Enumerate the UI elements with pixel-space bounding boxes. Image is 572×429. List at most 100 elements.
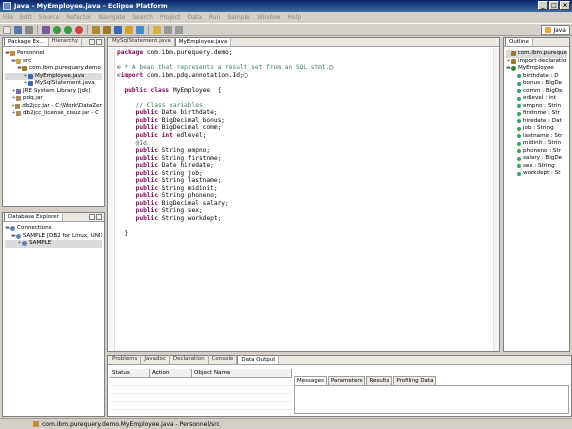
tree-item[interactable]: ▬ Personnel [5, 50, 102, 58]
minimize-button[interactable]: _ [538, 1, 548, 10]
menu-sample[interactable]: Sample [227, 14, 250, 21]
code-token: BigDecimal salary; [161, 199, 229, 207]
field-icon [517, 81, 521, 86]
new-wizard-icon[interactable] [42, 25, 50, 34]
menu-window[interactable]: Window [257, 14, 281, 21]
subtab-messages[interactable]: Messages [294, 376, 327, 385]
editor-tabs: MySqlStatement.java MyEmployee.java [108, 37, 499, 47]
tab-problems[interactable]: Problems [109, 355, 142, 364]
minimize-view-icon[interactable] [89, 39, 95, 45]
menu-edit[interactable]: Edit [20, 14, 32, 21]
tree-item[interactable]: + import declaratio [506, 58, 567, 66]
tree-item-label: import declaratio [518, 57, 567, 64]
close-button[interactable]: × [560, 1, 570, 10]
tree-item[interactable]: ▬ com.ibm.purequery.demo [5, 65, 102, 73]
tree-item[interactable]: bonus : BigDe [506, 80, 567, 88]
new-java-project-icon[interactable] [92, 25, 100, 34]
tab-data-output[interactable]: Data Output [237, 355, 280, 364]
perspective-label: Java [553, 26, 566, 34]
tab-console[interactable]: Console [209, 355, 238, 364]
tree-item[interactable]: firstnme : Str [506, 110, 567, 118]
tab-package-explorer[interactable]: Package Ex... [4, 37, 49, 46]
code-line: public BigDecimal salary; [117, 200, 495, 208]
minimize-view-icon[interactable] [89, 214, 95, 220]
new-icon[interactable] [3, 25, 11, 34]
tree-item[interactable]: empno : Strin [506, 103, 567, 111]
tree-item[interactable]: comm : BigDe [506, 88, 567, 96]
tree-item[interactable]: job : String [506, 125, 567, 133]
code-token: public class [117, 86, 173, 94]
tree-item[interactable]: lastname : Str [506, 133, 567, 141]
tree-item[interactable]: phoneno : Str [506, 148, 567, 156]
tab-outline[interactable]: Outline [505, 37, 533, 46]
tab-mysqlstatement-java[interactable]: MySqlStatement.java [109, 37, 175, 46]
tree-item-label: Personnel [17, 50, 45, 56]
tree-item[interactable]: birthdate : D [506, 73, 567, 81]
new-package-icon[interactable] [103, 25, 111, 34]
subtab-profiling-data[interactable]: Profiling Data [393, 376, 437, 385]
debug-icon[interactable] [53, 25, 61, 34]
tree-item[interactable]: sex : String [506, 163, 567, 171]
menu-help[interactable]: Help [288, 14, 302, 21]
maximize-view-icon[interactable] [96, 214, 102, 220]
forward-icon[interactable] [175, 25, 183, 34]
menu-navigate[interactable]: Navigate [98, 14, 125, 21]
subtab-parameters[interactable]: Parameters [327, 376, 366, 385]
tab-hierarchy[interactable]: Hierarchy [49, 37, 83, 46]
column-status[interactable]: Status [110, 369, 150, 377]
run-icon[interactable] [64, 25, 72, 34]
external-tools-icon[interactable] [75, 25, 83, 34]
source-code[interactable]: package com.ibm.purequery.demo; ⊕ * A be… [117, 49, 495, 238]
tree-item[interactable]: workdept : St [506, 170, 567, 178]
field-icon [517, 171, 521, 176]
tree-item[interactable]: midinit : Strin [506, 140, 567, 148]
tab-database-explorer[interactable]: Database Explorer [4, 212, 63, 221]
menu-file[interactable]: File [3, 14, 13, 21]
tree-item[interactable]: + MySqlStatement.java [5, 80, 102, 88]
tab-javadoc[interactable]: Javadoc [141, 355, 170, 364]
tab-declaration[interactable]: Declaration [170, 355, 209, 364]
tree-item[interactable]: + db2jcc.jar - C:\Work\DataZen [5, 103, 102, 111]
tree-item[interactable]: + SAMPLE [5, 240, 102, 248]
new-class-icon[interactable] [114, 25, 122, 34]
column-action[interactable]: Action [150, 369, 192, 377]
menu-source[interactable]: Source [39, 14, 60, 21]
tree-item[interactable]: ▬ Connections [5, 225, 102, 233]
jar-icon [15, 103, 21, 109]
tab-myemployee-java[interactable]: MyEmployee.java [174, 37, 232, 46]
open-type-icon[interactable] [125, 25, 133, 34]
tree-item[interactable]: + pdq.jar [5, 95, 102, 103]
column-object-name[interactable]: Object Name [192, 369, 292, 377]
menu-refactor[interactable]: Refactor [66, 14, 91, 21]
menu-project[interactable]: Project [160, 14, 181, 21]
tree-item[interactable]: + JRE System Library [jdk] [5, 88, 102, 96]
tree-item[interactable]: + MyEmployee.java [5, 72, 102, 80]
source-folder-icon [16, 58, 21, 64]
maximize-view-icon[interactable] [96, 39, 102, 45]
tree-item[interactable]: salary : BigDe [506, 155, 567, 163]
tree-item[interactable]: ▬ src [5, 58, 102, 66]
java-editor: MySqlStatement.java MyEmployee.java pack… [107, 37, 500, 352]
save-icon[interactable] [14, 25, 22, 34]
print-icon[interactable] [25, 25, 33, 34]
tree-item[interactable]: ▬ MyEmployee [506, 65, 567, 73]
import-icon [511, 58, 516, 64]
tree-item[interactable]: hiredate : Dat [506, 118, 567, 126]
menu-data[interactable]: Data [188, 14, 202, 21]
tree-item[interactable]: edlevel : int [506, 95, 567, 103]
back-icon[interactable] [164, 25, 172, 34]
search-icon[interactable] [136, 25, 144, 34]
menu-search[interactable]: Search [132, 14, 153, 21]
code-token: public [117, 207, 162, 215]
menu-run[interactable]: Run [209, 14, 221, 21]
tree-item[interactable]: com.ibm.pureque [506, 50, 567, 58]
field-icon [517, 89, 521, 94]
annotation-icon[interactable] [153, 25, 161, 34]
subtab-results[interactable]: Results [366, 376, 393, 385]
database-icon [10, 226, 15, 232]
perspective-switcher[interactable]: Java [541, 25, 570, 35]
tree-item[interactable]: ▬ SAMPLE [DB2 for Linux, UNIX [5, 233, 102, 241]
tree-item[interactable]: + db2jcc_license_cisuz.jar - C [5, 110, 102, 118]
maximize-button[interactable]: □ [549, 1, 559, 10]
